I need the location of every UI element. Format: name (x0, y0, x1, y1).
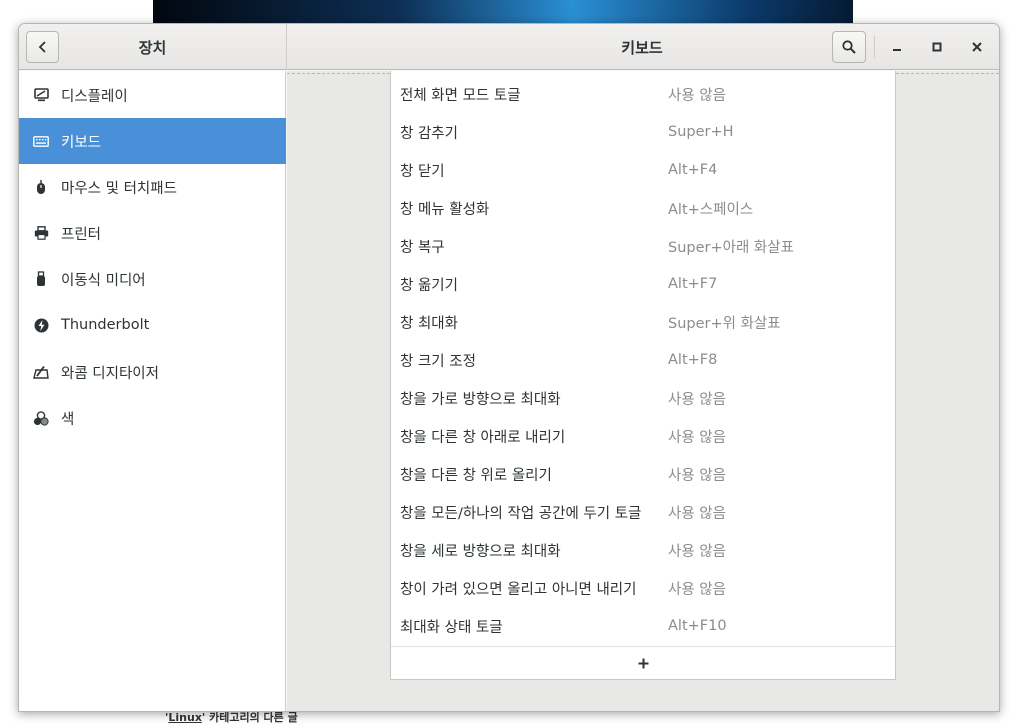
shortcuts-panel: 전체 화면 모드 토글 사용 않음 창 감추기 Super+H 창 닫기 Alt+F4… (287, 71, 999, 711)
header-bar: 장치 키보드 (19, 24, 999, 70)
sidebar-item-thunderbolt[interactable]: Thunderbolt (19, 302, 286, 348)
shortcut-row[interactable]: 창 감추기 Super+H (391, 113, 895, 151)
shortcut-accel: 사용 않음 (668, 543, 726, 560)
sidebar-item-removable-media[interactable]: 이동식 미디어 (19, 256, 286, 302)
shortcut-row[interactable]: 창을 다른 창 아래로 내리기 사용 않음 (391, 417, 895, 455)
back-button[interactable] (26, 31, 59, 63)
shortcut-accel: 사용 않음 (668, 505, 726, 522)
shortcut-row[interactable]: 창을 가로 방향으로 최대화 사용 않음 (391, 379, 895, 417)
minimize-icon (893, 49, 901, 51)
sidebar-item-label: 와콤 디지타이저 (61, 365, 159, 382)
settings-window: 장치 키보드 디스플레이 키보드 마우스 및 터치패드 프린터 이동식 미디어 … (18, 23, 1000, 712)
header-separator (874, 36, 875, 58)
shortcut-row[interactable]: 창 최대화 Super+위 화살표 (391, 303, 895, 341)
color-icon (33, 410, 49, 426)
shortcut-accel: Alt+F4 (668, 162, 718, 178)
sidebar-item-keyboard[interactable]: 키보드 (19, 118, 286, 164)
note-rest: ' 카테고리의 다른 글 (201, 711, 298, 724)
shortcut-accel: Alt+F7 (668, 276, 718, 292)
sidebar-item-wacom[interactable]: 와콤 디지타이저 (19, 349, 286, 395)
shortcut-accel: 사용 않음 (668, 467, 726, 484)
shortcut-name: 창 메뉴 활성화 (400, 201, 490, 218)
tablet-icon (33, 364, 49, 380)
shortcut-list: 전체 화면 모드 토글 사용 않음 창 감추기 Super+H 창 닫기 Alt+F4… (390, 71, 896, 680)
sidebar-item-label: Thunderbolt (61, 317, 150, 333)
sidebar: 디스플레이 키보드 마우스 및 터치패드 프린터 이동식 미디어 Thunder… (19, 71, 286, 711)
sidebar-item-mouse-touchpad[interactable]: 마우스 및 터치패드 (19, 164, 286, 210)
shortcut-name: 창 복구 (400, 239, 445, 256)
shortcut-accel: 사용 않음 (668, 429, 726, 446)
sidebar-item-display[interactable]: 디스플레이 (19, 72, 286, 118)
shortcut-name: 창 감추기 (400, 125, 458, 142)
minimize-button[interactable] (885, 35, 909, 59)
shortcut-row[interactable]: 창 복구 Super+아래 화살표 (391, 227, 895, 265)
shortcut-accel: Super+위 화살표 (668, 315, 781, 332)
shortcut-row[interactable]: 창 크기 조정 Alt+F8 (391, 341, 895, 379)
shortcut-accel: 사용 않음 (668, 581, 726, 598)
shortcut-name: 전체 화면 모드 토글 (400, 87, 521, 104)
shortcut-name: 창을 모든/하나의 작업 공간에 두기 토글 (400, 505, 642, 522)
maximize-button[interactable] (925, 35, 949, 59)
sidebar-item-label: 이동식 미디어 (61, 272, 146, 289)
shortcut-row[interactable]: 창 메뉴 활성화 Alt+스페이스 (391, 189, 895, 227)
sidebar-title: 장치 (138, 38, 167, 57)
shortcut-name: 창을 가로 방향으로 최대화 (400, 391, 561, 408)
sidebar-item-label: 마우스 및 터치패드 (61, 180, 177, 197)
mouse-icon (33, 179, 49, 195)
search-icon (842, 40, 856, 54)
maximize-icon (932, 42, 942, 52)
shortcut-accel: Super+아래 화살표 (668, 239, 794, 256)
shortcut-name: 창을 다른 창 위로 올리기 (400, 467, 552, 484)
removable-media-icon (33, 271, 49, 287)
shortcut-accel: 사용 않음 (668, 391, 726, 408)
chevron-left-icon (38, 41, 46, 53)
shortcut-row[interactable]: 창 옮기기 Alt+F7 (391, 265, 895, 303)
sidebar-item-printer[interactable]: 프린터 (19, 210, 286, 256)
sidebar-item-label: 키보드 (61, 134, 102, 151)
shortcut-name: 창을 다른 창 아래로 내리기 (400, 429, 566, 446)
shortcut-row[interactable]: 전체 화면 모드 토글 사용 않음 (391, 75, 895, 113)
shortcut-name: 창 크기 조정 (400, 353, 476, 370)
shortcut-row[interactable]: 창을 다른 창 위로 올리기 사용 않음 (391, 455, 895, 493)
shortcut-name: 창 닫기 (400, 163, 445, 180)
shortcut-name: 창이 가려 있으면 올리고 아니면 내리기 (400, 581, 637, 598)
shortcut-accel: 사용 않음 (668, 87, 726, 104)
shortcut-row[interactable]: 창이 가려 있으면 올리고 아니면 내리기 사용 않음 (391, 569, 895, 607)
thunderbolt-icon (33, 317, 49, 333)
close-icon (972, 42, 982, 52)
sidebar-item-label: 프린터 (61, 226, 102, 243)
sidebar-item-color[interactable]: 색 (19, 395, 286, 441)
plus-icon (638, 658, 648, 668)
display-icon (33, 87, 49, 103)
shortcut-name: 창 옮기기 (400, 277, 458, 294)
shortcut-row[interactable]: 창 닫기 Alt+F4 (391, 151, 895, 189)
shortcut-row[interactable]: 창을 모든/하나의 작업 공간에 두기 토글 사용 않음 (391, 493, 895, 531)
shortcut-accel: Alt+F10 (668, 618, 727, 634)
keyboard-icon (33, 133, 49, 149)
printer-icon (33, 225, 49, 241)
note-link[interactable]: Linux (168, 711, 202, 724)
shortcut-name: 최대화 상태 토글 (400, 619, 503, 636)
sidebar-item-label: 색 (61, 411, 75, 428)
sidebar-item-label: 디스플레이 (61, 88, 128, 105)
shortcut-accel: Alt+F8 (668, 352, 718, 368)
shortcut-name: 창을 세로 방향으로 최대화 (400, 543, 561, 560)
search-button[interactable] (832, 31, 866, 63)
shortcut-row[interactable]: 창을 세로 방향으로 최대화 사용 않음 (391, 531, 895, 569)
close-button[interactable] (965, 35, 989, 59)
shortcut-accel: Alt+스페이스 (668, 201, 754, 218)
shortcut-row[interactable]: 최대화 상태 토글 Alt+F10 (391, 607, 895, 645)
add-shortcut-button[interactable] (391, 646, 895, 679)
shortcut-accel: Super+H (668, 124, 734, 140)
shortcut-name: 창 최대화 (400, 315, 458, 332)
